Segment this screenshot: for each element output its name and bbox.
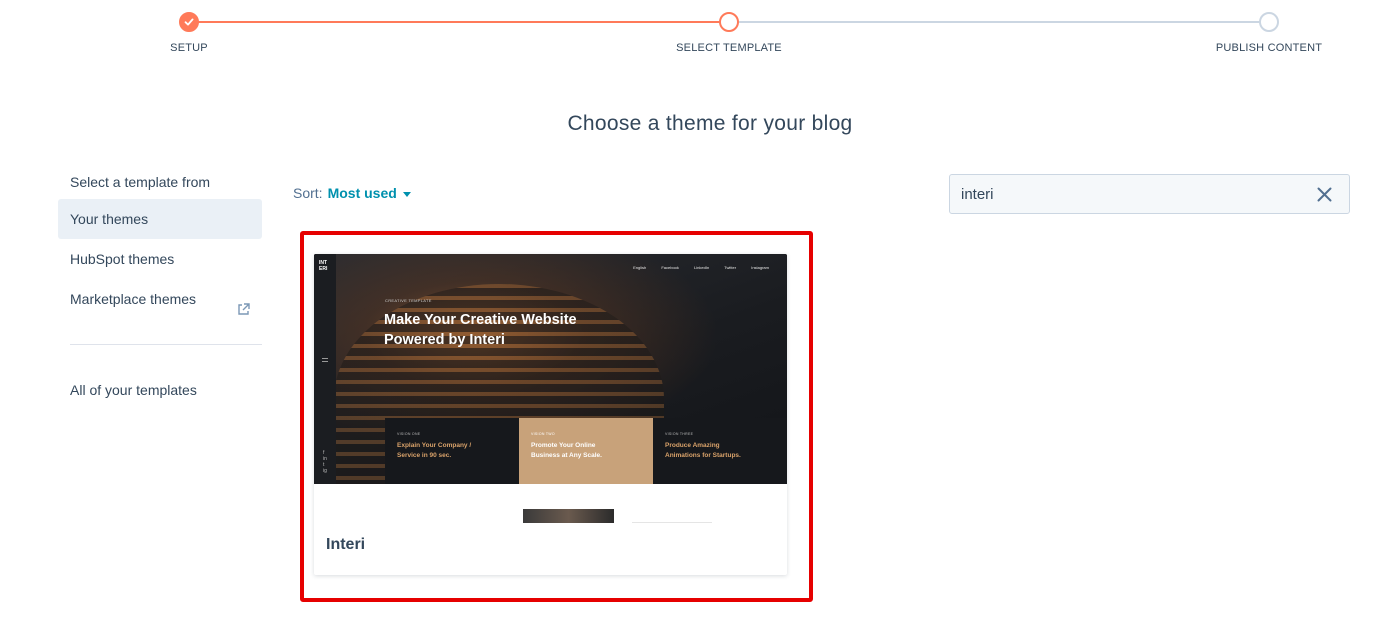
thumbnail-feature-box: VISION THREE Produce Amazing Animations …	[653, 418, 787, 484]
sidebar-item-your-themes[interactable]: Your themes	[58, 199, 262, 239]
thumbnail-side-rail: INT ERI f in t ig	[314, 254, 336, 484]
sidebar-divider	[70, 344, 262, 345]
thumbnail-preview-line	[632, 522, 712, 523]
sort-control: Sort: Most used	[293, 185, 411, 201]
step-publish-content-dot	[1259, 12, 1279, 32]
close-icon[interactable]	[1317, 187, 1332, 207]
template-source-sidebar: Select a template from Your themes HubSp…	[58, 165, 262, 410]
feature-text: Promote Your Online Business at Any Scal…	[531, 442, 602, 459]
sort-value: Most used	[327, 185, 397, 201]
feature-kicker: VISION THREE	[665, 432, 694, 436]
step-connector-upcoming	[729, 21, 1269, 23]
progress-stepper: SETUP SELECT TEMPLATE PUBLISH CONTENT	[0, 0, 1385, 70]
sidebar-item-label: HubSpot themes	[70, 251, 175, 267]
thumbnail-nav-item: English	[633, 265, 647, 270]
search-input[interactable]	[950, 175, 1290, 213]
external-link-icon	[237, 291, 250, 331]
theme-thumbnail: INT ERI f in t ig English Facebook Linke…	[314, 254, 787, 484]
sidebar-heading: Select a template from	[70, 174, 211, 190]
hamburger-icon	[322, 358, 328, 362]
sort-label: Sort:	[293, 185, 323, 201]
instagram-icon: ig	[323, 468, 327, 474]
sort-dropdown[interactable]: Most used	[328, 185, 411, 201]
thumbnail-nav-item: Twitter	[724, 265, 737, 270]
thumbnail-nav: English Facebook LinkedIn Twitter Instag…	[619, 265, 769, 270]
sidebar-item-marketplace-themes[interactable]: Marketplace themes	[58, 279, 262, 319]
thumbnail-nav-item: LinkedIn	[694, 265, 710, 270]
thumbnail-nav-item: Facebook	[661, 265, 679, 270]
theme-name: Interi	[326, 536, 366, 553]
thumbnail-social-links: f in t ig	[323, 450, 327, 474]
page-title: Choose a theme for your blog	[567, 112, 853, 135]
sidebar-item-hubspot-themes[interactable]: HubSpot themes	[58, 239, 262, 279]
thumbnail-feature-boxes: VISION ONE Explain Your Company / Servic…	[385, 418, 787, 484]
thumbnail-kicker: CREATIVE TEMPLATE	[385, 298, 432, 303]
thumbnail-logo: INT ERI	[319, 260, 328, 272]
sidebar-item-label: Your themes	[70, 211, 149, 227]
sidebar-item-all-templates[interactable]: All of your templates	[58, 370, 262, 410]
thumbnail-feature-box: VISION ONE Explain Your Company / Servic…	[385, 418, 519, 484]
step-select-template-dot	[719, 12, 739, 32]
thumbnail-headline: Make Your Creative Website Powered by In…	[384, 312, 577, 348]
thumbnail-feature-box: VISION TWO Promote Your Online Business …	[519, 418, 653, 484]
step-label-setup: SETUP	[170, 42, 208, 54]
feature-kicker: VISION TWO	[531, 432, 555, 436]
step-connector-complete	[189, 21, 729, 23]
step-setup-checkmark-icon	[179, 12, 199, 32]
sidebar-item-label: Marketplace themes	[70, 291, 197, 307]
chevron-down-icon	[402, 191, 411, 197]
theme-card-interi[interactable]: INT ERI f in t ig English Facebook Linke…	[314, 254, 787, 575]
feature-text: Produce Amazing Animations for Startups.	[665, 442, 741, 459]
feature-text: Explain Your Company / Service in 90 sec…	[397, 442, 472, 459]
step-label-publish-content: PUBLISH CONTENT	[1215, 42, 1323, 54]
thumbnail-preview-strip	[523, 509, 614, 523]
search-field	[949, 174, 1350, 214]
step-label-select-template: SELECT TEMPLATE	[676, 42, 782, 54]
feature-kicker: VISION ONE	[397, 432, 421, 436]
sidebar-item-label: All of your templates	[70, 382, 197, 398]
thumbnail-nav-item: Instagram	[751, 265, 769, 270]
